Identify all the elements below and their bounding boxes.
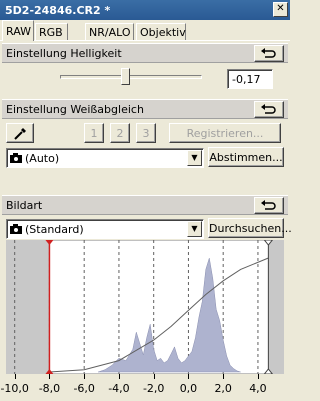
tab-raw[interactable]: RAW — [2, 20, 34, 41]
axis-tick — [84, 374, 86, 379]
axis-tick-label: 4,0 — [249, 382, 267, 395]
brightness-slider-track[interactable] — [60, 75, 202, 79]
wb-preset-value: (Auto) — [25, 152, 60, 165]
white-balance-reset-button[interactable] — [254, 101, 284, 118]
camera-icon — [10, 153, 22, 163]
brightness-header: Einstellung Helligkeit — [2, 43, 288, 63]
finetune-label: Abstimmen... — [209, 151, 283, 164]
brightness-value: -0,17 — [232, 73, 261, 86]
brightness-slider-thumb[interactable] — [121, 68, 131, 85]
tab-bar: RAW RGB NR/ALO Objektiv — [0, 20, 290, 41]
tab-label: Objektiv — [140, 26, 186, 39]
window-title: 5D2-24846.CR2 * — [5, 4, 111, 17]
tab-nr-alo[interactable]: NR/ALO — [85, 23, 134, 40]
axis-tick — [257, 374, 259, 379]
axis-tick — [14, 374, 16, 379]
picture-style-header: Bildart — [2, 195, 288, 215]
wb-slot-1-button[interactable]: 1 — [84, 123, 104, 143]
wb-slot-2-button[interactable]: 2 — [110, 123, 130, 143]
eyedropper-icon — [14, 128, 26, 140]
axis-tick — [188, 374, 190, 379]
brightness-title: Einstellung Helligkeit — [6, 47, 122, 60]
histogram-chart[interactable] — [6, 240, 284, 374]
picture-style-value: (Standard) — [25, 223, 84, 236]
axis-tick — [49, 374, 51, 379]
eyedropper-button[interactable] — [6, 123, 34, 143]
tab-label: NR/ALO — [89, 26, 131, 39]
tab-label: RAW — [6, 25, 31, 38]
wb-preset-select[interactable]: (Auto) ▼ — [6, 148, 204, 168]
wb-slot-3-button[interactable]: 3 — [136, 123, 156, 143]
axis-tick — [153, 374, 155, 379]
finetune-button[interactable]: Abstimmen... — [208, 147, 284, 167]
close-button[interactable]: ✕ — [273, 2, 288, 17]
picture-style-title: Bildart — [6, 199, 43, 212]
tab-rgb[interactable]: RGB — [35, 23, 68, 40]
wb-slot-label: 1 — [90, 127, 98, 140]
window-titlebar: 5D2-24846.CR2 * ✕ — [0, 0, 290, 20]
picture-style-reset-button[interactable] — [254, 197, 284, 214]
reset-arrow-icon — [261, 48, 276, 58]
white-clip-region — [268, 240, 284, 374]
tab-label: RGB — [39, 26, 63, 39]
white-balance-title: Einstellung Weißabgleich — [6, 103, 144, 116]
chevron-down-icon[interactable]: ▼ — [187, 221, 202, 237]
brightness-reset-button[interactable] — [254, 45, 284, 62]
picture-style-select[interactable]: (Standard) ▼ — [6, 219, 204, 239]
wb-slot-label: 3 — [142, 127, 150, 140]
tab-divider — [0, 40, 290, 41]
browse-label: Durchsuchen... — [209, 222, 292, 235]
reset-arrow-icon — [261, 104, 276, 114]
white-balance-header: Einstellung Weißabgleich — [2, 99, 288, 119]
tab-objektiv[interactable]: Objektiv — [136, 23, 186, 40]
close-icon: ✕ — [276, 3, 285, 14]
register-label: Registrieren... — [186, 127, 264, 140]
reset-arrow-icon — [261, 200, 276, 210]
camera-icon — [10, 224, 22, 234]
chevron-down-icon[interactable]: ▼ — [187, 150, 202, 166]
black-clip-region — [6, 240, 50, 374]
register-button[interactable]: Registrieren... — [169, 123, 281, 143]
axis-tick — [223, 374, 225, 379]
histogram-axis: -10,0 -8,0 -6,0 -4,0 -2,0 0,0 2,0 4,0 — [0, 374, 284, 401]
wb-slot-label: 2 — [116, 127, 124, 140]
brightness-value-field[interactable]: -0,17 — [227, 69, 273, 89]
browse-button[interactable]: Durchsuchen... — [208, 218, 292, 238]
axis-tick — [118, 374, 120, 379]
